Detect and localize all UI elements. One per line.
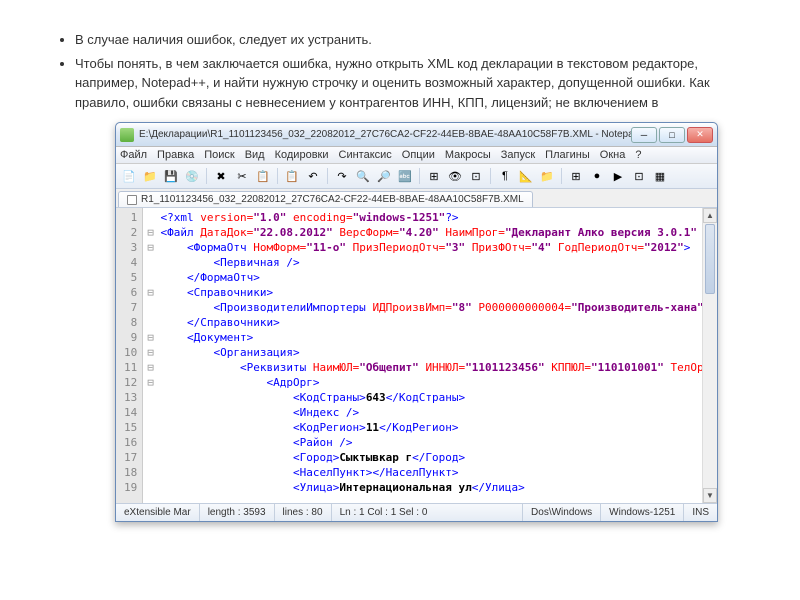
bullet-1: В случае наличия ошибок, следует их устр…: [75, 30, 750, 50]
toolbar-button-5[interactable]: ✂: [233, 167, 251, 185]
toolbar-button-6[interactable]: 📋: [254, 167, 272, 185]
menu-edit[interactable]: Правка: [157, 149, 194, 161]
titlebar[interactable]: E:\Декларации\R1_1101123456_032_22082012…: [116, 123, 717, 147]
menu-run[interactable]: Запуск: [501, 149, 535, 161]
app-icon: [120, 128, 134, 142]
toolbar-button-11[interactable]: 🔎: [375, 167, 393, 185]
tab-file[interactable]: R1_1101123456_032_22082012_27C76CA2-CF22…: [118, 191, 533, 207]
toolbar-button-9[interactable]: ↷: [333, 167, 351, 185]
file-icon: [127, 195, 137, 205]
toolbar-button-0[interactable]: 📄: [120, 167, 138, 185]
menu-plugins[interactable]: Плагины: [545, 149, 590, 161]
notepadpp-window: E:\Декларации\R1_1101123456_032_22082012…: [115, 122, 718, 522]
statusbar: eXtensible Mar length : 3593 lines : 80 …: [116, 503, 717, 521]
toolbar-button-7[interactable]: 📋: [283, 167, 301, 185]
maximize-button[interactable]: □: [659, 127, 685, 143]
toolbar-button-21[interactable]: ▶: [609, 167, 627, 185]
scroll-thumb[interactable]: [705, 224, 715, 294]
status-insert: INS: [684, 504, 717, 521]
toolbar-button-1[interactable]: 📁: [141, 167, 159, 185]
toolbar-button-10[interactable]: 🔍: [354, 167, 372, 185]
toolbar-button-4[interactable]: ✖: [212, 167, 230, 185]
status-language: eXtensible Mar: [116, 504, 200, 521]
menu-encoding[interactable]: Кодировки: [275, 149, 329, 161]
toolbar-button-13[interactable]: ⊞: [425, 167, 443, 185]
bullet-2: Чтобы понять, в чем заключается ошибка, …: [75, 54, 750, 113]
toolbar-button-2[interactable]: 💾: [162, 167, 180, 185]
toolbar-button-19[interactable]: ⊞: [567, 167, 585, 185]
toolbar-button-8[interactable]: ↶: [304, 167, 322, 185]
toolbar: 📄📁💾💿✖✂📋📋↶↷🔍🔎🔤⊞👁⊡¶📐📁⊞●▶⊡▦: [116, 164, 717, 189]
menu-file[interactable]: Файл: [120, 149, 147, 161]
toolbar-button-22[interactable]: ⊡: [630, 167, 648, 185]
toolbar-button-12[interactable]: 🔤: [396, 167, 414, 185]
toolbar-button-17[interactable]: 📐: [517, 167, 535, 185]
toolbar-button-16[interactable]: ¶: [496, 167, 514, 185]
tab-label: R1_1101123456_032_22082012_27C76CA2-CF22…: [141, 194, 524, 205]
toolbar-button-15[interactable]: ⊡: [467, 167, 485, 185]
slide-bullets: В случае наличия ошибок, следует их устр…: [50, 30, 750, 112]
toolbar-button-18[interactable]: 📁: [538, 167, 556, 185]
line-gutter: 12345678910111213141516171819: [116, 208, 143, 503]
close-button[interactable]: ✕: [687, 127, 713, 143]
toolbar-button-20[interactable]: ●: [588, 167, 606, 185]
editor[interactable]: 12345678910111213141516171819 <?xml vers…: [116, 208, 717, 503]
vertical-scrollbar[interactable]: ▲ ▼: [702, 208, 717, 503]
status-position: Ln : 1 Col : 1 Sel : 0: [332, 504, 523, 521]
scroll-down-icon[interactable]: ▼: [703, 488, 717, 503]
toolbar-button-14[interactable]: 👁: [446, 167, 464, 185]
status-eol: Dos\Windows: [523, 504, 601, 521]
status-encoding: Windows-1251: [601, 504, 684, 521]
window-title: E:\Декларации\R1_1101123456_032_22082012…: [139, 129, 631, 140]
menubar: Файл Правка Поиск Вид Кодировки Синтакси…: [116, 147, 717, 164]
menu-view[interactable]: Вид: [245, 149, 265, 161]
minimize-button[interactable]: ─: [631, 127, 657, 143]
scroll-up-icon[interactable]: ▲: [703, 208, 717, 223]
toolbar-button-23[interactable]: ▦: [651, 167, 669, 185]
menu-syntax[interactable]: Синтаксис: [339, 149, 392, 161]
status-length: length : 3593: [200, 504, 275, 521]
menu-help[interactable]: ?: [635, 149, 641, 161]
menu-options[interactable]: Опции: [402, 149, 435, 161]
menu-search[interactable]: Поиск: [204, 149, 234, 161]
tabbar: R1_1101123456_032_22082012_27C76CA2-CF22…: [116, 189, 717, 208]
code-area[interactable]: <?xml version="1.0" encoding="windows-12…: [143, 208, 702, 503]
toolbar-button-3[interactable]: 💿: [183, 167, 201, 185]
status-lines: lines : 80: [275, 504, 332, 521]
menu-macros[interactable]: Макросы: [445, 149, 491, 161]
menu-window[interactable]: Окна: [600, 149, 626, 161]
